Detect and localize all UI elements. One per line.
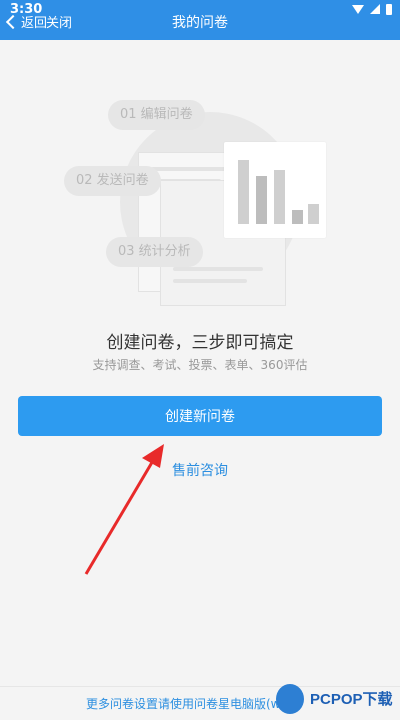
watermark-logo-icon	[276, 684, 304, 714]
page-title: 我的问卷	[172, 15, 228, 31]
step-pill-3: 03 统计分析	[106, 237, 203, 267]
chart-bar	[256, 176, 267, 224]
create-survey-button[interactable]: 创建新问卷	[18, 396, 382, 436]
paper-line	[173, 279, 247, 283]
chart-bar	[238, 160, 249, 224]
chart-bar	[308, 204, 319, 224]
presales-consult-link[interactable]: 售前咨询	[0, 460, 400, 480]
footer-note[interactable]: 更多问卷设置请使用问卷星电脑版(www	[86, 695, 300, 712]
step-pill-1: 01 编辑问卷	[108, 100, 205, 130]
watermark: PCPOP下载	[276, 682, 400, 720]
headline: 创建问卷，三步即可搞定	[106, 333, 294, 353]
step-pill-2: 02 发送问卷	[64, 166, 161, 196]
subheadline: 支持调查、考试、投票、表单、360评估	[92, 358, 308, 372]
header-bar: 3:30 返回 关闭 我的问卷	[0, 0, 400, 40]
bar-chart-card	[224, 142, 326, 238]
chart-bar	[274, 170, 285, 224]
illustration: 01 编辑问卷 02 发送问卷 03 统计分析	[64, 80, 326, 306]
watermark-text: PCPOP下载	[310, 691, 393, 708]
chart-bar	[292, 210, 303, 224]
paper-line	[173, 267, 263, 271]
